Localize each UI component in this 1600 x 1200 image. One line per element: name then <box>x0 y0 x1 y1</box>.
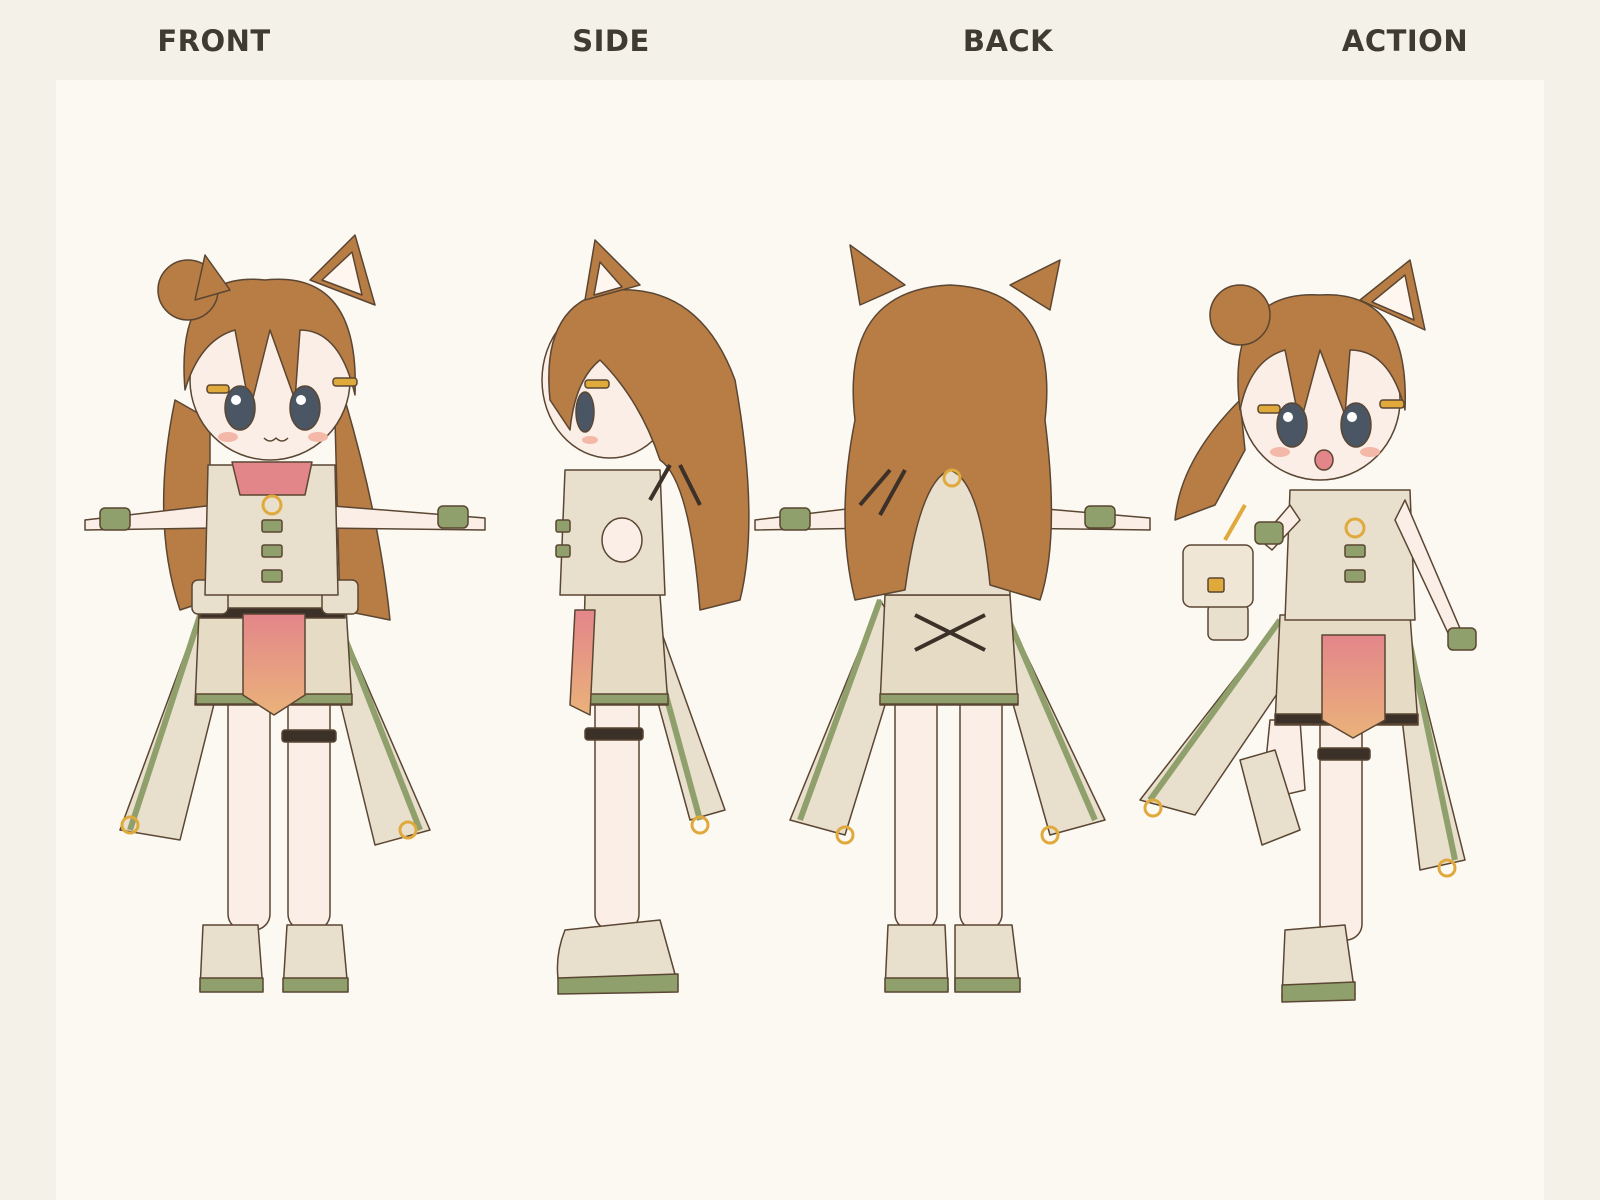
character-side-view <box>541 239 750 995</box>
character-action-pose <box>1139 259 1477 1003</box>
character-sheet-canvas <box>84 234 1477 1003</box>
character-back-view <box>754 244 1151 993</box>
character-front-view <box>84 234 486 993</box>
